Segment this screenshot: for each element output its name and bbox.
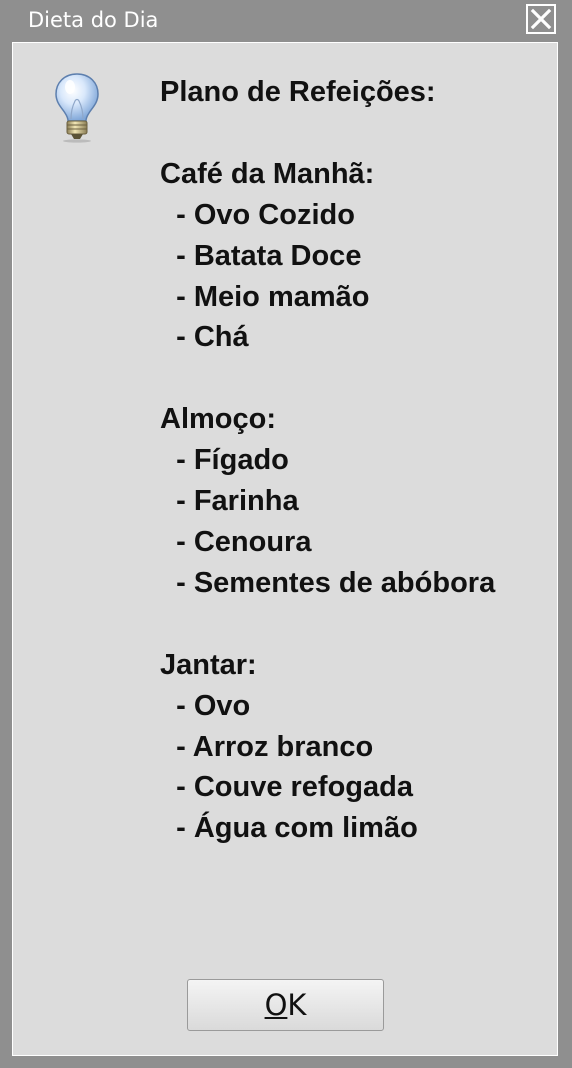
meal-section-title: Café da Manhã: [160, 157, 375, 190]
dialog-window: Dieta do Dia Plano de Refeições: Café da… [0, 0, 572, 1068]
lightbulb-icon [55, 73, 99, 143]
meal-section-title: Almoço: [160, 403, 276, 436]
meal-item: - Fígado [160, 444, 289, 477]
meal-item: - Farinha [160, 485, 299, 518]
meal-item: - Meio mamão [160, 280, 370, 313]
meal-item: - Couve refogada [160, 771, 413, 804]
ok-button-label: K [287, 988, 307, 1022]
title-bar[interactable]: Dieta do Dia [0, 0, 572, 42]
meal-item: - Ovo [160, 689, 251, 722]
close-button[interactable] [526, 4, 556, 34]
meal-item: - Arroz branco [160, 730, 374, 763]
close-icon [530, 8, 552, 30]
message-heading: Plano de Refeições: [160, 76, 436, 108]
meal-item: - Batata Doce [160, 239, 362, 272]
window-title: Dieta do Dia [28, 8, 159, 32]
dialog-body: Plano de Refeições: Café da Manhã: - Ovo… [12, 42, 558, 1056]
ok-button[interactable]: OK [187, 979, 384, 1031]
meal-item: - Sementes de abóbora [160, 566, 496, 599]
meal-section-title: Jantar: [160, 648, 257, 681]
ok-button-mnemonic: O [264, 988, 288, 1022]
meal-item: - Ovo Cozido [160, 198, 355, 231]
message-text: Plano de Refeições: Café da Manhã: - Ovo… [160, 72, 555, 849]
meal-item: - Chá [160, 321, 249, 354]
meal-item: - Água com limão [160, 812, 418, 845]
meal-item: - Cenoura [160, 525, 312, 558]
